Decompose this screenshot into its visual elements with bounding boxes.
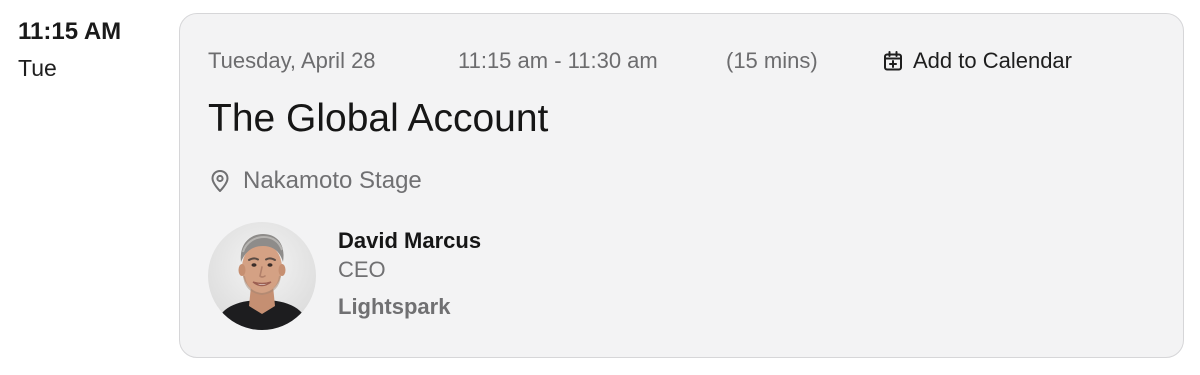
speaker-role: CEO xyxy=(338,257,386,282)
session-location: Nakamoto Stage xyxy=(210,167,422,195)
session-date: Tuesday, April 28 xyxy=(208,48,376,73)
session-time-range: 11:15 am - 11:30 am xyxy=(458,48,658,73)
map-pin-icon xyxy=(210,169,230,193)
session-duration: (15 mins) xyxy=(726,48,818,73)
speaker-info: David Marcus CEO Lightspark xyxy=(338,222,481,321)
time-column: 11:15 AM Tue xyxy=(18,16,158,84)
session-card[interactable]: Tuesday, April 28 11:15 am - 11:30 am (1… xyxy=(179,13,1184,358)
speaker-card[interactable]: David Marcus CEO Lightspark xyxy=(208,222,481,330)
session-meta: Tuesday, April 28 11:15 am - 11:30 am (1… xyxy=(208,46,1072,76)
add-to-calendar-label: Add to Calendar xyxy=(913,48,1072,73)
location-label: Nakamoto Stage xyxy=(243,167,422,194)
session-title: The Global Account xyxy=(208,97,549,140)
avatar[interactable] xyxy=(208,222,316,330)
calendar-plus-icon xyxy=(882,50,904,72)
add-to-calendar-button[interactable]: Add to Calendar xyxy=(882,48,1072,74)
slot-time: 11:15 AM xyxy=(18,18,122,45)
slot-day: Tue xyxy=(18,55,57,81)
speaker-name[interactable]: David Marcus xyxy=(338,227,481,255)
speaker-organization: Lightspark xyxy=(338,294,451,319)
schedule-entry: 11:15 AM Tue Tuesday, April 28 11:15 am … xyxy=(0,0,1200,375)
